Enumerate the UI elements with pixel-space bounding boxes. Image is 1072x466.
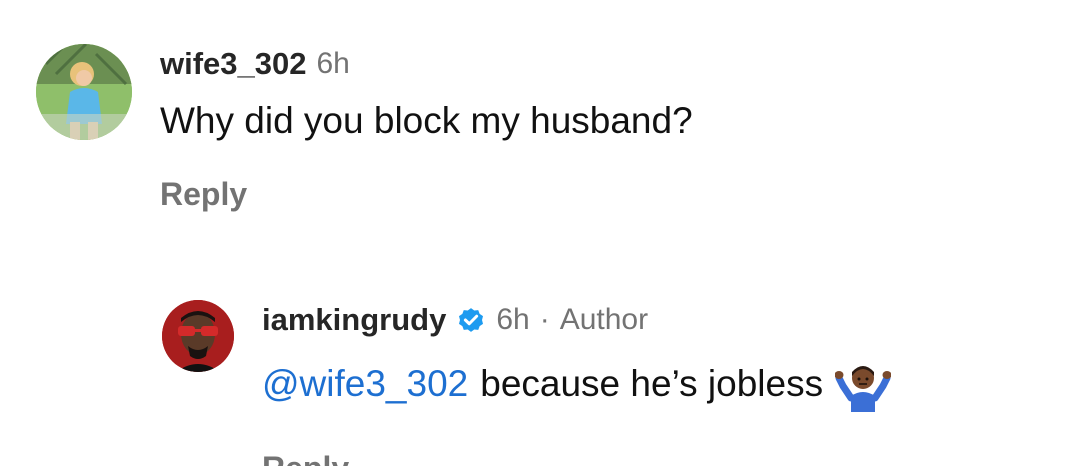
verified-badge-icon [456, 305, 486, 335]
reply-text-content: because he’s jobless [480, 363, 824, 404]
username[interactable]: iamkingrudy [262, 302, 446, 338]
timestamp: 6h [496, 303, 530, 336]
mention-link[interactable]: @wife3_302 [262, 363, 468, 405]
avatar-image [162, 300, 234, 372]
comments-page: wife3_302 6h Why did you block my husban… [0, 0, 1072, 466]
reply-meta: iamkingrudy 6h · Author [262, 300, 891, 340]
reply-text: @wife3_302 because he’s jobless [262, 356, 892, 412]
person-shrugging-emoji-icon [835, 356, 892, 412]
timestamp: 6h [316, 47, 350, 80]
comment-text: Why did you block my husband? [160, 100, 693, 142]
reply-body: iamkingrudy 6h · Author @wife3_302 becau… [262, 300, 892, 466]
reply-button[interactable]: Reply [160, 176, 693, 213]
comment-body: wife3_302 6h Why did you block my husban… [160, 44, 693, 213]
username[interactable]: wife3_302 [160, 46, 307, 82]
avatar[interactable] [162, 300, 234, 372]
comment-text-content: Why did you block my husband? [160, 100, 693, 141]
comment-meta: wife3_302 6h [160, 44, 693, 84]
reply-button[interactable]: Reply [262, 450, 891, 466]
author-tag: Author [559, 303, 649, 336]
avatar-image [36, 44, 132, 140]
avatar[interactable] [36, 44, 132, 140]
meta-separator: · [539, 303, 550, 336]
